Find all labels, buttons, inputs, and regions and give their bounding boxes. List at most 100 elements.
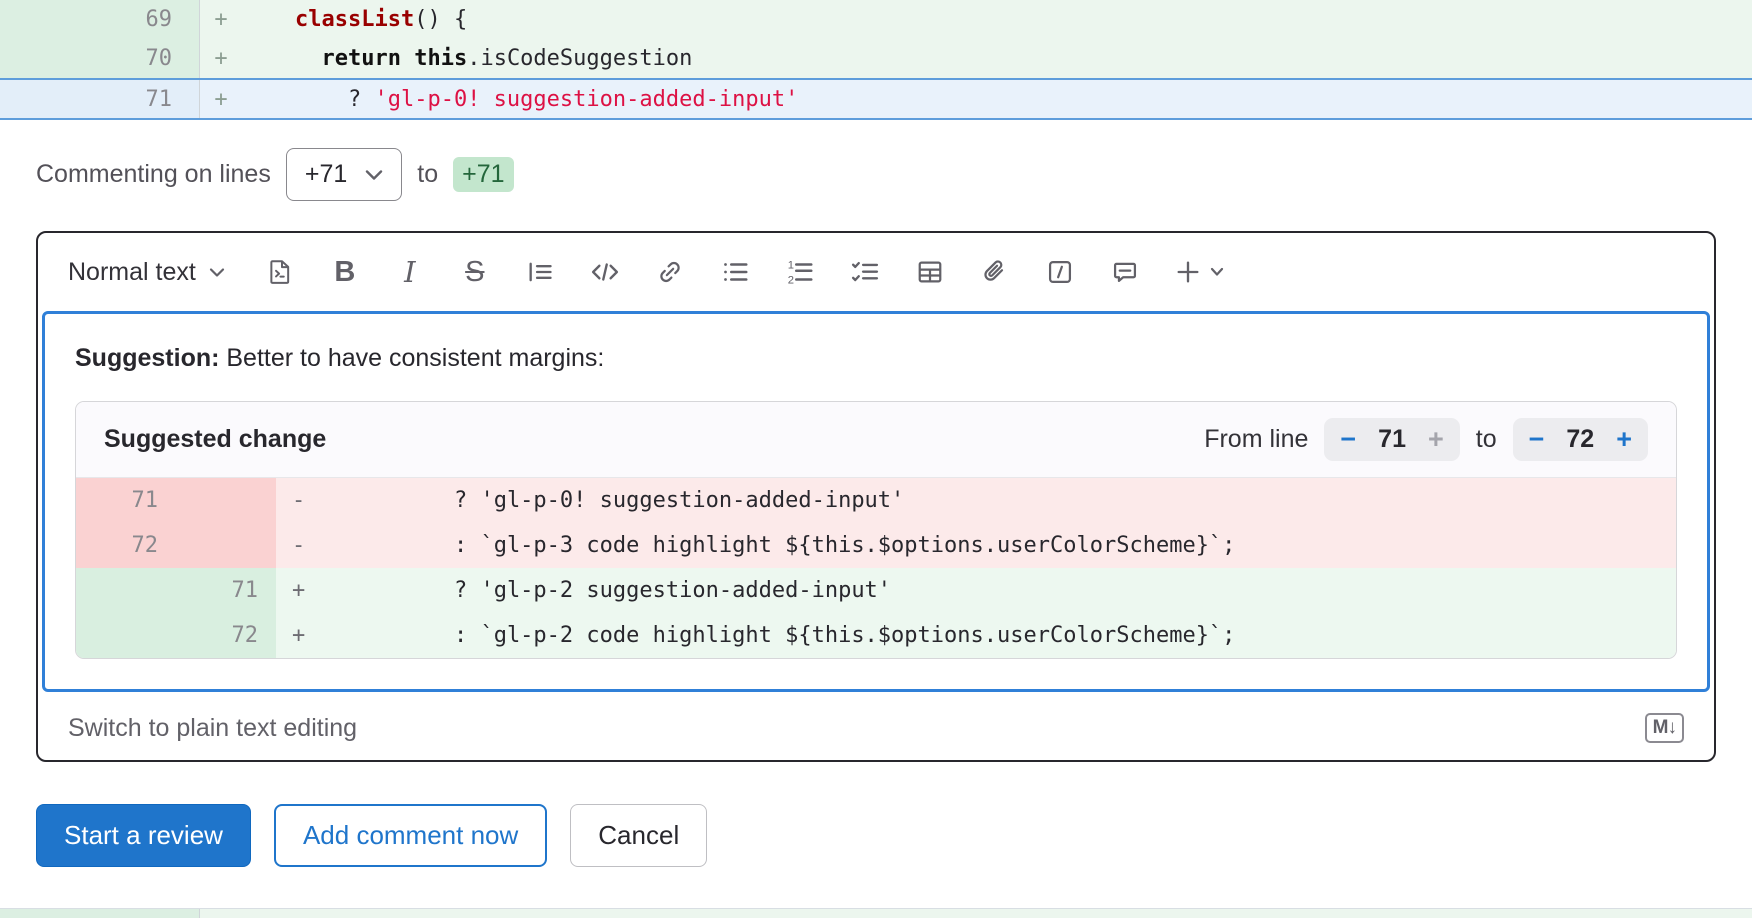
old-line-number bbox=[76, 613, 176, 658]
code-space bbox=[401, 46, 414, 71]
start-line-dropdown[interactable]: +71 bbox=[286, 148, 402, 201]
code-line[interactable]: ? 'gl-p-2 suggestion-added-input' bbox=[348, 568, 891, 613]
quote-icon[interactable] bbox=[524, 256, 556, 288]
svg-text:2: 2 bbox=[788, 274, 794, 286]
chevron-down-icon bbox=[1210, 267, 1224, 277]
bold-glyph: B bbox=[334, 258, 355, 287]
line-number-gutter: 71 bbox=[76, 478, 276, 523]
cancel-button[interactable]: Cancel bbox=[570, 804, 707, 867]
line-number-gutter: 72 bbox=[76, 523, 276, 568]
link-icon[interactable] bbox=[654, 256, 686, 288]
switch-to-plain-text-link[interactable]: Switch to plain text editing bbox=[68, 714, 357, 743]
end-line-badge: +71 bbox=[453, 157, 513, 192]
suggested-change-title: Suggested change bbox=[104, 425, 326, 454]
code-line bbox=[200, 909, 1752, 918]
code-string-token: 'gl-p-0! suggestion-added-input' bbox=[374, 87, 798, 112]
suggestion-text: Better to have consistent margins: bbox=[219, 344, 604, 372]
code-plain-token: .isCodeSuggestion bbox=[467, 46, 692, 71]
text-style-dropdown[interactable]: Normal text bbox=[68, 258, 225, 287]
table-icon[interactable] bbox=[914, 256, 946, 288]
diff-sign: + bbox=[276, 568, 348, 613]
new-line-number bbox=[176, 523, 276, 568]
bold-icon[interactable]: B bbox=[329, 256, 361, 288]
plus-icon bbox=[1174, 258, 1202, 286]
editor-footer: Switch to plain text editing M↓ bbox=[38, 696, 1714, 760]
markdown-icon[interactable]: M↓ bbox=[1645, 713, 1684, 743]
rich-text-toolbar: Normal text B I S 12 bbox=[38, 233, 1714, 311]
numbered-list-icon[interactable]: 12 bbox=[784, 256, 816, 288]
commenting-on-lines-row: Commenting on lines +71 to +71 bbox=[36, 148, 1752, 201]
svg-text:1: 1 bbox=[788, 259, 794, 271]
line-number-gutter[interactable]: 69 bbox=[0, 0, 200, 39]
comment-editor: Normal text B I S 12 bbox=[36, 231, 1716, 762]
attach-file-icon[interactable] bbox=[979, 256, 1011, 288]
code-suggestion-icon[interactable] bbox=[264, 256, 296, 288]
comment-content-area[interactable]: Suggestion: Better to have consistent ma… bbox=[42, 311, 1710, 692]
new-line-number bbox=[176, 478, 276, 523]
diff-row-added: 71 + ? 'gl-p-2 suggestion-added-input' bbox=[76, 568, 1676, 613]
code-plain-token: ? bbox=[348, 87, 375, 112]
to-line-label: to bbox=[1476, 425, 1497, 454]
from-line-decrement-button[interactable]: − bbox=[1340, 426, 1356, 453]
to-line-increment-button[interactable]: + bbox=[1616, 426, 1632, 453]
line-number: 71 bbox=[146, 87, 173, 112]
line-number-gutter bbox=[0, 909, 200, 918]
next-diff-line-strip bbox=[0, 908, 1752, 918]
code-line: classList() { bbox=[242, 0, 467, 39]
code-line[interactable]: : `gl-p-2 code highlight ${this.$options… bbox=[348, 613, 1235, 658]
from-line-increment-button[interactable]: + bbox=[1428, 426, 1444, 453]
comment-actions: Start a review Add comment now Cancel bbox=[36, 804, 1716, 867]
more-options-button[interactable] bbox=[1174, 258, 1224, 286]
context-diff: 69 + classList() { 70 + return this.isCo… bbox=[0, 0, 1752, 120]
line-range-controls: From line − 71 + to − 72 + bbox=[1204, 418, 1648, 461]
to-line-value: 72 bbox=[1566, 425, 1594, 454]
code-line: : `gl-p-3 code highlight ${this.$options… bbox=[348, 523, 1235, 568]
add-comment-now-button[interactable]: Add comment now bbox=[274, 804, 547, 867]
old-line-number: 71 bbox=[76, 478, 176, 523]
suggestion-paragraph[interactable]: Suggestion: Better to have consistent ma… bbox=[75, 344, 1677, 373]
new-line-number: 72 bbox=[176, 613, 276, 658]
diff-sign: + bbox=[200, 39, 242, 78]
diff-row-added: 72 + : `gl-p-2 code highlight ${this.$op… bbox=[76, 613, 1676, 658]
code-line: return this.isCodeSuggestion bbox=[242, 39, 692, 78]
code-function-token: classList bbox=[295, 7, 414, 32]
chevron-down-icon bbox=[365, 169, 383, 181]
diff-row-removed: 72 - : `gl-p-3 code highlight ${this.$op… bbox=[76, 523, 1676, 568]
code-plain-token: () { bbox=[414, 7, 467, 32]
suggested-change-header: Suggested change From line − 71 + to − 7… bbox=[76, 402, 1676, 478]
strikethrough-glyph: S bbox=[465, 258, 484, 287]
diff-row-removed: 71 - ? 'gl-p-0! suggestion-added-input' bbox=[76, 478, 1676, 523]
diff-sign: + bbox=[200, 0, 242, 39]
old-line-number: 72 bbox=[76, 523, 176, 568]
text-style-value: Normal text bbox=[68, 258, 196, 287]
from-line-label: From line bbox=[1204, 425, 1308, 454]
line-number: 69 bbox=[146, 7, 173, 32]
diff-sign: - bbox=[276, 523, 348, 568]
code-keyword-token: return bbox=[321, 46, 400, 71]
line-number-gutter: 71 bbox=[76, 568, 276, 613]
to-line-decrement-button[interactable]: − bbox=[1529, 426, 1545, 453]
from-line-stepper: − 71 + bbox=[1324, 418, 1459, 461]
details-block-icon[interactable] bbox=[1044, 256, 1076, 288]
line-number-gutter[interactable]: 71 bbox=[0, 80, 200, 118]
old-line-number bbox=[76, 568, 176, 613]
italic-icon[interactable]: I bbox=[394, 256, 426, 288]
comment-icon[interactable] bbox=[1109, 256, 1141, 288]
suggested-change-diff: 71 - ? 'gl-p-0! suggestion-added-input' … bbox=[76, 478, 1676, 658]
line-number-gutter[interactable]: 70 bbox=[0, 39, 200, 78]
code-icon[interactable] bbox=[589, 256, 621, 288]
diff-line-71-selected[interactable]: 71 + ? 'gl-p-0! suggestion-added-input' bbox=[0, 78, 1752, 120]
code-indent bbox=[242, 46, 321, 71]
start-review-button[interactable]: Start a review bbox=[36, 804, 251, 867]
code-indent bbox=[242, 87, 348, 112]
chevron-down-icon bbox=[209, 267, 225, 278]
line-number: 70 bbox=[146, 46, 173, 71]
diff-line-70[interactable]: 70 + return this.isCodeSuggestion bbox=[0, 39, 1752, 78]
line-number-gutter: 72 bbox=[76, 613, 276, 658]
task-list-icon[interactable] bbox=[849, 256, 881, 288]
suggested-change-card: Suggested change From line − 71 + to − 7… bbox=[75, 401, 1677, 659]
bullet-list-icon[interactable] bbox=[719, 256, 751, 288]
diff-line-69[interactable]: 69 + classList() { bbox=[0, 0, 1752, 39]
start-line-value: +71 bbox=[305, 160, 347, 189]
strikethrough-icon[interactable]: S bbox=[459, 256, 491, 288]
